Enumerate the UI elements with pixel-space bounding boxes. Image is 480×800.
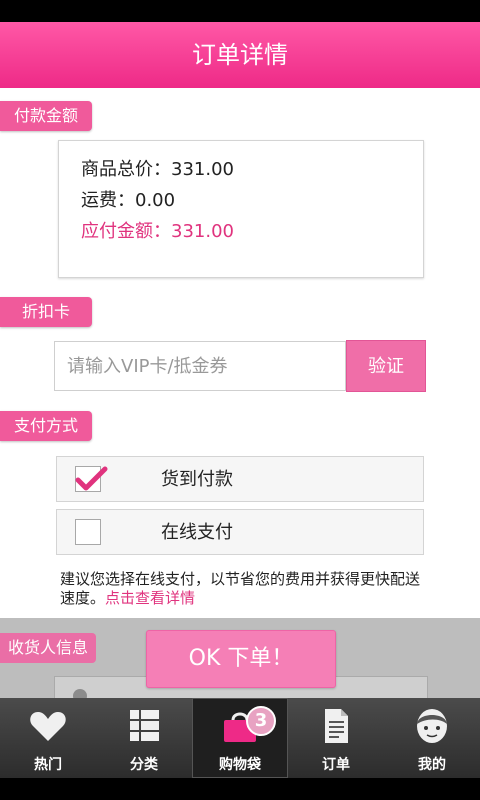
amount-due-text: 应付金额：331.00	[81, 221, 234, 242]
status-bar	[0, 0, 480, 22]
avatar-icon	[417, 709, 447, 743]
goods-total-text: 商品总价：331.00	[81, 159, 234, 180]
discount-code-input[interactable]	[54, 341, 346, 391]
tab-category[interactable]: 分类	[96, 698, 192, 778]
checkmark-icon	[75, 466, 108, 491]
tab-hot-label: 热门	[34, 757, 62, 773]
shipping-fee-text: 运费：0.00	[81, 190, 176, 211]
receiver-info-label: 收货人信息	[0, 633, 97, 663]
amount-summary-box: 商品总价：331.00 运费：0.00 应付金额：331.00	[58, 140, 424, 278]
page-title: 订单详情	[0, 22, 480, 88]
cod-checkbox[interactable]	[75, 466, 108, 492]
payment-method-label: 支付方式	[0, 411, 93, 441]
document-icon	[325, 709, 348, 743]
cart-count-badge: 3	[246, 706, 276, 736]
discount-card-label: 折扣卡	[0, 297, 93, 327]
verify-button[interactable]: 验证	[346, 340, 426, 392]
tab-mine-label: 我的	[418, 757, 446, 773]
grid-icon	[130, 710, 159, 741]
tab-orders[interactable]: 订单	[288, 698, 384, 778]
payment-option-online[interactable]: 在线支付	[56, 509, 424, 555]
system-nav-bar	[0, 778, 480, 800]
tab-shopping-bag-label: 购物袋	[219, 757, 261, 773]
tab-orders-label: 订单	[322, 757, 350, 773]
tab-hot[interactable]: 热门	[0, 698, 96, 778]
heart-icon	[30, 712, 66, 741]
view-details-link[interactable]: 点击查看详情	[105, 589, 195, 607]
tab-category-label: 分类	[130, 757, 158, 773]
place-order-button[interactable]: OK 下单！	[146, 630, 336, 688]
online-option-label: 在线支付	[161, 522, 233, 543]
payment-amount-label: 付款金额	[0, 101, 93, 131]
tab-shopping-bag[interactable]: 购物袋	[192, 698, 288, 778]
bottom-tab-bar: 热门 分类 购物袋 订单 我的	[0, 698, 480, 778]
payment-hint: 建议您选择在线支付，以节省您的费用并获得更快配送速度。点击查看详情	[60, 570, 420, 608]
tab-mine[interactable]: 我的	[384, 698, 480, 778]
order-detail-screen: 订单详情 付款金额 商品总价：331.00 运费：0.00 应付金额：331.0…	[0, 0, 480, 800]
payment-option-cod[interactable]: 货到付款	[56, 456, 424, 502]
cod-option-label: 货到付款	[161, 469, 233, 490]
online-payment-checkbox[interactable]	[75, 519, 101, 545]
